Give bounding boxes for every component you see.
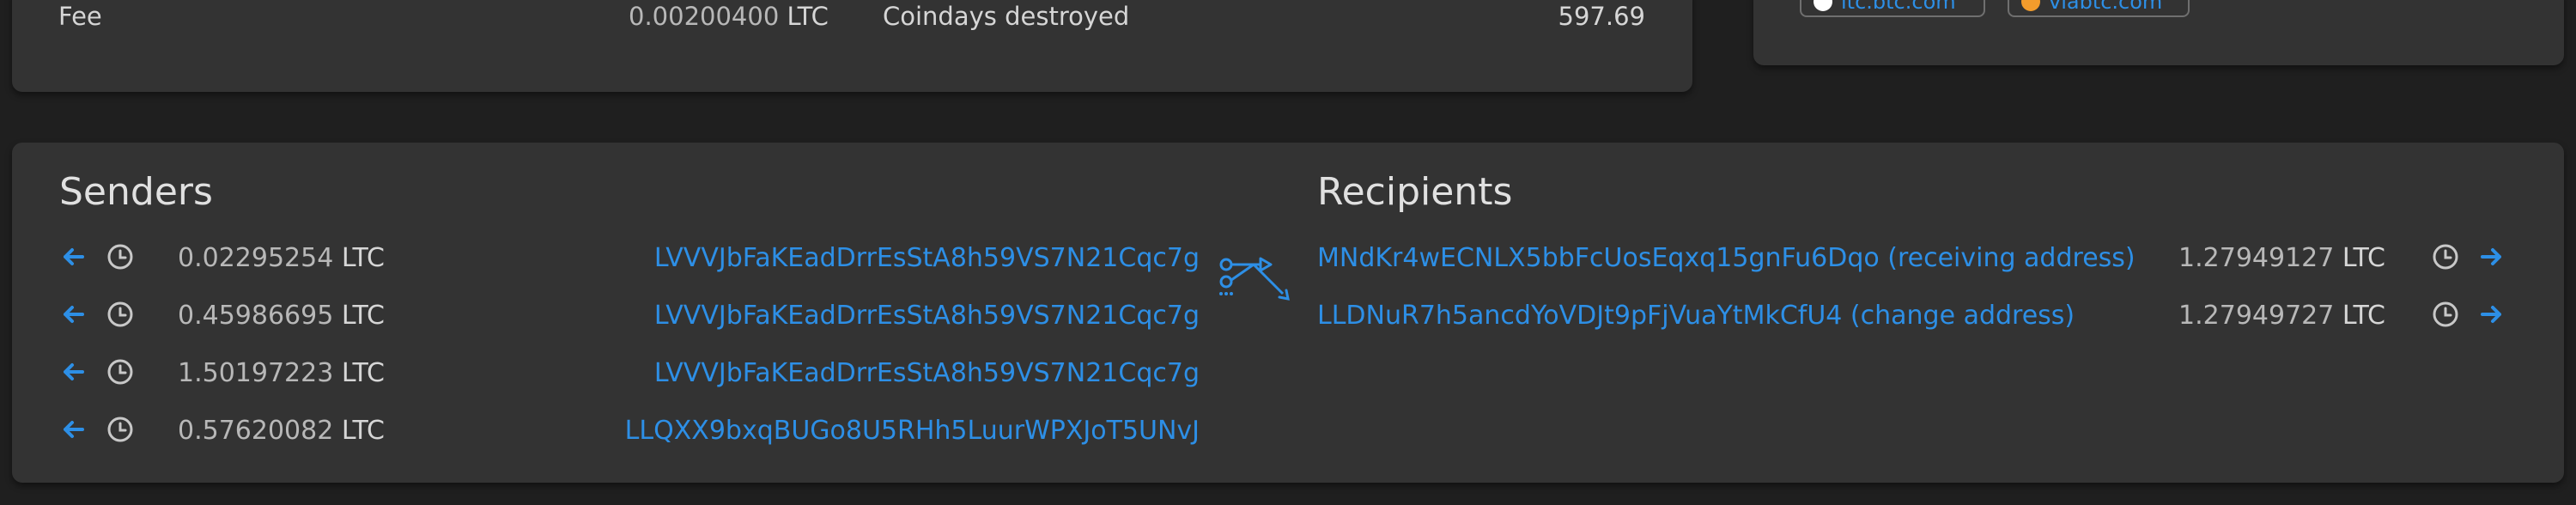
viabtc-com-label: viabtc.com — [2049, 0, 2163, 14]
recipient-amount-unit: LTC — [2342, 301, 2385, 331]
recipients-title: Recipients — [1317, 170, 1513, 214]
recipient-amount-unit: LTC — [2342, 243, 2385, 273]
recipient-address-link[interactable]: LLDNuR7h5ancdYoVDJt9pFjVuaYtMkCfU4 (chan… — [1317, 301, 2075, 331]
fee-panel: Fee 0.00200400 LTC Coindays destroyed 59… — [12, 0, 1692, 92]
sender-amount: 0.57620082 LTC — [178, 416, 385, 446]
fee-amount: 0.00200400 — [629, 2, 780, 31]
senders-title: Senders — [59, 170, 213, 214]
coindays-value: 597.69 — [1558, 2, 1645, 31]
sender-address-link[interactable]: LLQXX9bxqBUGo8U5RHh5LuurWPXJoT5UNvJ — [625, 416, 1200, 446]
sender-amount-unit: LTC — [341, 358, 385, 388]
btc-com-icon — [1814, 0, 1832, 11]
recipient-row: LLDNuR7h5ancdYoVDJt9pFjVuaYtMkCfU4 (chan… — [12, 301, 2564, 335]
arrow-left-icon[interactable] — [59, 358, 87, 386]
clock-icon[interactable] — [106, 416, 134, 443]
ltc-btc-com-button[interactable]: ltc.btc.com — [1800, 0, 1985, 17]
arrow-right-icon[interactable] — [2478, 243, 2506, 271]
sender-row: 1.50197223 LTC LVVVJbFaKEadDrrEsStA8h59V… — [12, 358, 2564, 392]
recipient-amount: 1.27949127 LTC — [2178, 243, 2385, 273]
explorer-panel: ltc.btc.com viabtc.com — [1753, 0, 2564, 65]
clock-icon[interactable] — [2432, 301, 2459, 328]
viabtc-icon — [2021, 0, 2040, 11]
arrow-left-icon[interactable] — [59, 416, 87, 443]
recipient-amount-value: 1.27949127 — [2178, 243, 2335, 273]
recipient-row: MNdKr4wECNLX5bbFcUosEqxq15gnFu6Dqo (rece… — [12, 243, 2564, 277]
recipient-address-link[interactable]: MNdKr4wECNLX5bbFcUosEqxq15gnFu6Dqo (rece… — [1317, 243, 2136, 273]
recipient-amount: 1.27949727 LTC — [2178, 301, 2385, 331]
viabtc-com-button[interactable]: viabtc.com — [2008, 0, 2190, 17]
sender-address-link[interactable]: LVVVJbFaKEadDrrEsStA8h59VS7N21Cqc7g — [654, 358, 1200, 388]
fee-label: Fee — [58, 2, 102, 31]
recipient-amount-value: 1.27949727 — [2178, 301, 2335, 331]
sender-amount-value: 1.50197223 — [178, 358, 334, 388]
sender-amount-unit: LTC — [341, 416, 385, 446]
transaction-panel: Senders Recipients 0.02295254 LTC LVVVJb… — [12, 143, 2564, 483]
fee-value: 0.00200400 LTC — [629, 2, 829, 31]
sender-amount: 1.50197223 LTC — [178, 358, 385, 388]
ltc-btc-com-label: ltc.btc.com — [1841, 0, 1956, 14]
sender-row: 0.57620082 LTC LLQXX9bxqBUGo8U5RHh5LuurW… — [12, 416, 2564, 450]
coindays-label: Coindays destroyed — [883, 2, 1130, 31]
sender-amount-value: 0.57620082 — [178, 416, 334, 446]
clock-icon[interactable] — [106, 358, 134, 386]
arrow-right-icon[interactable] — [2478, 301, 2506, 328]
clock-icon[interactable] — [2432, 243, 2459, 271]
fee-unit: LTC — [787, 2, 829, 31]
